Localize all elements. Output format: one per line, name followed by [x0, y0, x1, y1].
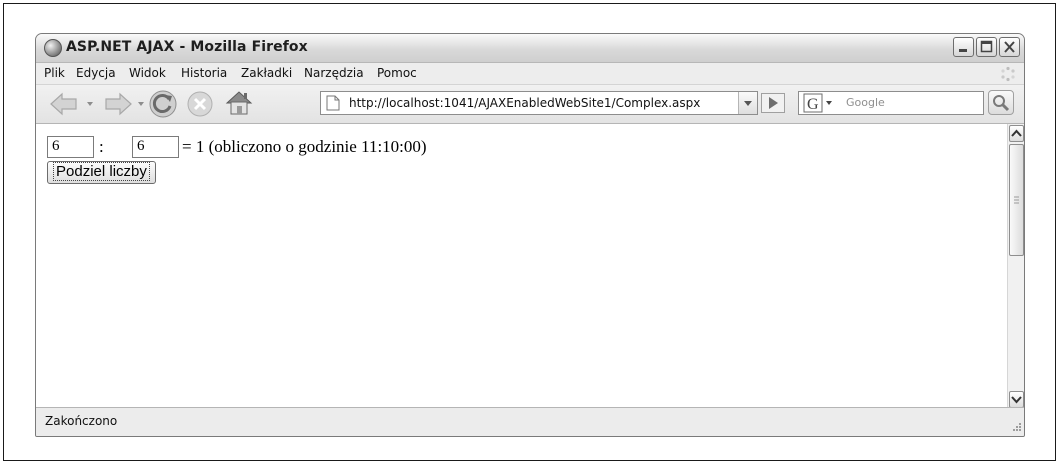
divide-button[interactable]: Podziel liczby: [47, 161, 156, 184]
status-text: Zakończono: [45, 414, 118, 428]
google-engine-icon: G: [803, 93, 832, 113]
title-bar[interactable]: ASP.NET AJAX - Mozilla Firefox: [36, 34, 1024, 63]
url-text[interactable]: http://localhost:1041/AJAXEnabledWebSite…: [349, 96, 729, 110]
back-dropdown-icon[interactable]: [86, 100, 94, 108]
menu-widok[interactable]: Widok: [129, 66, 166, 80]
maximize-icon: [980, 40, 993, 53]
first-number-input[interactable]: 6: [47, 136, 94, 158]
scroll-thumb[interactable]: [1009, 144, 1024, 256]
firefox-icon: [44, 39, 62, 57]
chevron-up-icon: [1011, 129, 1022, 137]
go-arrow-icon[interactable]: [761, 93, 785, 113]
result-label: = 1 (obliczono o godzinie 11:10:00): [182, 137, 427, 156]
second-number-input[interactable]: 6: [132, 136, 179, 158]
chevron-down-icon: [744, 101, 752, 106]
close-button[interactable]: [999, 37, 1020, 57]
close-icon: [1004, 41, 1015, 53]
menu-bar: Plik Edycja Widok Historia Zakładki Narz…: [36, 63, 1024, 85]
scroll-up-button[interactable]: [1009, 125, 1024, 142]
resize-grip-icon[interactable]: [1008, 420, 1022, 434]
home-icon[interactable]: [224, 89, 254, 117]
browser-window: ASP.NET AJAX - Mozilla Firefox Plik Edyc…: [35, 33, 1025, 437]
forward-arrow-icon[interactable]: [98, 90, 134, 118]
menu-plik[interactable]: Plik: [44, 66, 65, 80]
search-input[interactable]: Google: [842, 91, 984, 115]
search-engine-letter: G: [807, 96, 819, 113]
search-engine-selector[interactable]: G: [798, 91, 842, 115]
vertical-scrollbar[interactable]: [1007, 124, 1024, 409]
chevron-down-icon: [1011, 396, 1022, 404]
window-title: ASP.NET AJAX - Mozilla Firefox: [66, 39, 308, 55]
separator-label: :: [99, 137, 104, 156]
search-placeholder: Google: [846, 96, 885, 109]
scroll-down-button[interactable]: [1009, 391, 1024, 408]
stop-icon[interactable]: [186, 90, 214, 118]
search-button[interactable]: [988, 90, 1014, 115]
reload-icon[interactable]: [148, 89, 178, 119]
back-arrow-icon[interactable]: [48, 90, 84, 118]
menu-historia[interactable]: Historia: [181, 66, 227, 80]
url-history-dropdown[interactable]: [738, 92, 757, 114]
divide-button-label: Podziel liczby: [53, 162, 150, 181]
search-icon: [993, 95, 1010, 112]
throbber-icon: [1001, 66, 1015, 82]
minimize-button[interactable]: [953, 37, 974, 57]
url-bar[interactable]: http://localhost:1041/AJAXEnabledWebSite…: [320, 91, 758, 115]
menu-zakladki[interactable]: Zakładki: [241, 66, 292, 80]
maximize-button[interactable]: [976, 37, 997, 57]
menu-edycja[interactable]: Edycja: [76, 66, 116, 80]
menu-pomoc[interactable]: Pomoc: [377, 66, 417, 80]
navigation-toolbar: http://localhost:1041/AJAXEnabledWebSite…: [36, 85, 1024, 124]
menu-narzedzia[interactable]: Narzędzia: [304, 66, 364, 80]
grip-lines-icon: [1014, 196, 1019, 204]
page-content: 6 : 6 = 1 (obliczono o godzinie 11:10:00…: [36, 124, 1007, 409]
page-icon: [326, 95, 340, 111]
status-bar: Zakończono: [36, 407, 1024, 436]
forward-dropdown-icon[interactable]: [137, 100, 145, 108]
minimize-icon: [959, 49, 967, 52]
